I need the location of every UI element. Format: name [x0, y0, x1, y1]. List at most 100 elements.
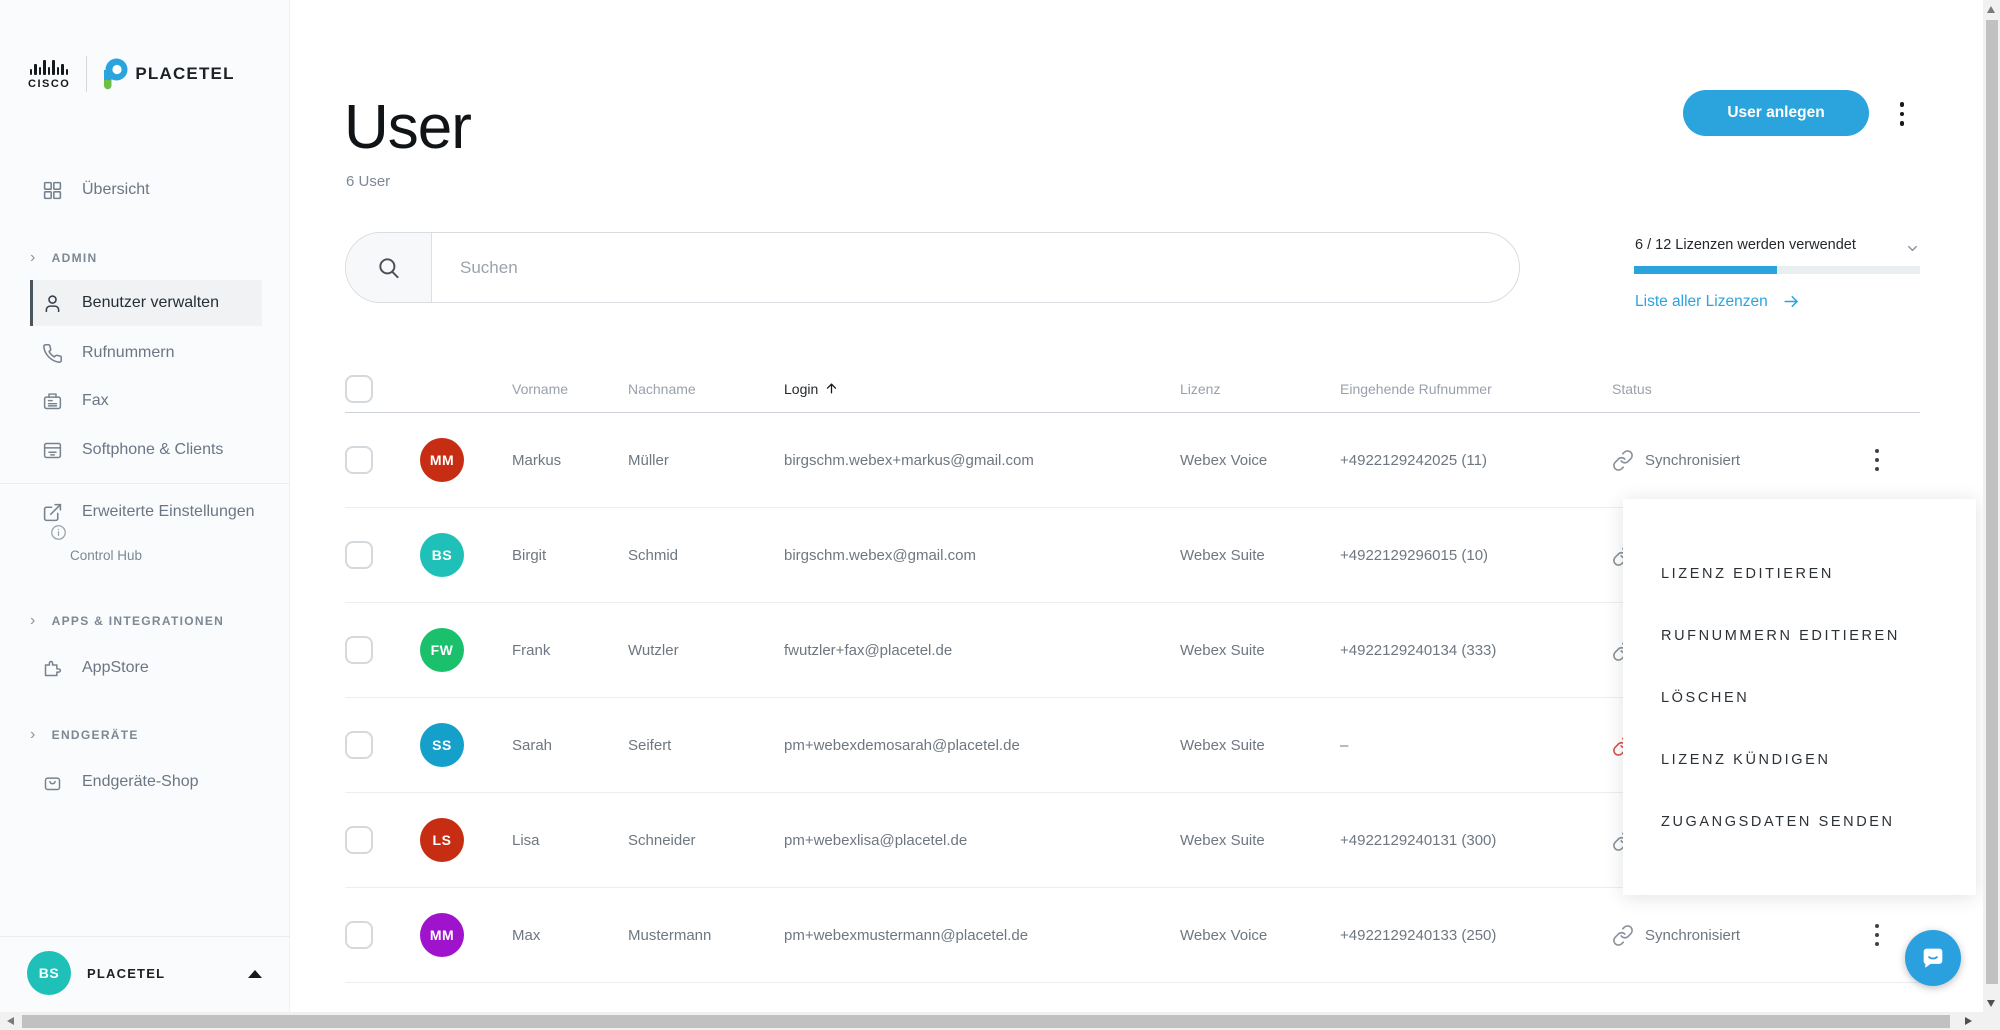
status-badge: Synchronisiert — [1612, 449, 1860, 471]
placetel-logo: PLACETEL — [101, 58, 234, 90]
page-actions-button[interactable] — [1893, 97, 1911, 131]
cell-rufnummer: +4922129240134 (333) — [1340, 642, 1612, 659]
sidebar-divider — [0, 483, 290, 484]
cell-lizenz: Webex Suite — [1180, 642, 1340, 659]
row-checkbox[interactable] — [345, 921, 373, 949]
row-context-menu: LIZENZ EDITIEREN RUFNUMMERN EDITIEREN LÖ… — [1623, 499, 1976, 895]
sidebar-item-softphone-clients[interactable]: Softphone & Clients — [0, 430, 290, 470]
column-header-status[interactable]: Status — [1612, 381, 1860, 397]
scroll-up-arrow-icon[interactable] — [1987, 6, 1995, 13]
license-summary: 6 / 12 Lizenzen werden verwendet — [1635, 237, 1856, 253]
table-header-row: Vorname Nachname Login Lizenz Eingehende… — [345, 365, 1920, 413]
avatar: FW — [420, 628, 464, 672]
grid-icon — [42, 180, 63, 201]
sync-link-icon — [1612, 924, 1634, 946]
avatar: MM — [420, 438, 464, 482]
row-checkbox[interactable] — [345, 446, 373, 474]
cell-vorname: Markus — [512, 452, 628, 469]
row-checkbox[interactable] — [345, 541, 373, 569]
account-name: PLACETEL — [87, 966, 165, 981]
menu-item-loeschen[interactable]: LÖSCHEN — [1623, 667, 1976, 729]
account-switcher[interactable]: BS PLACETEL — [0, 936, 290, 1012]
create-user-button[interactable]: User anlegen — [1683, 90, 1869, 136]
row-actions-button[interactable] — [1868, 445, 1886, 475]
sidebar: CISCO PLACETEL Übersicht › ADMIN — [0, 0, 290, 1012]
column-header-eingehende-rufnummer[interactable]: Eingehende Rufnummer — [1340, 381, 1612, 397]
logo-divider — [86, 56, 87, 92]
chevron-down-icon[interactable] — [1905, 241, 1920, 256]
sidebar-item-erweiterte-einstellungen[interactable]: Erweiterte Einstellungen — [0, 492, 290, 532]
sort-ascending-icon — [824, 381, 839, 396]
sidebar-item-appstore[interactable]: AppStore — [0, 648, 290, 688]
cell-vorname: Frank — [512, 642, 628, 659]
cell-rufnummer: +4922129296015 (10) — [1340, 547, 1612, 564]
cell-nachname: Wutzler — [628, 642, 784, 659]
app-window: CISCO PLACETEL Übersicht › ADMIN — [0, 0, 2000, 1030]
row-checkbox[interactable] — [345, 826, 373, 854]
sidebar-item-endgeraete-shop[interactable]: Endgeräte-Shop — [0, 762, 290, 802]
control-hub-note: Control Hub — [50, 524, 142, 563]
cisco-wordmark: CISCO — [28, 78, 70, 90]
page-title: User — [344, 92, 471, 163]
row-actions-button[interactable] — [1868, 920, 1886, 950]
menu-item-rufnummern-editieren[interactable]: RUFNUMMERN EDITIEREN — [1623, 605, 1976, 667]
sidebar-section-admin[interactable]: › ADMIN — [30, 250, 97, 266]
cell-rufnummer: – — [1340, 737, 1612, 754]
column-header-vorname[interactable]: Vorname — [512, 381, 628, 397]
cell-nachname: Mustermann — [628, 927, 784, 944]
cisco-bars-icon — [30, 59, 69, 75]
sidebar-item-uebersicht[interactable]: Übersicht — [0, 170, 290, 210]
phone-icon — [42, 343, 63, 364]
row-checkbox[interactable] — [345, 731, 373, 759]
search-button[interactable] — [346, 233, 432, 302]
info-icon[interactable] — [50, 524, 67, 541]
cell-login: pm+webexmustermann@placetel.de — [784, 927, 1180, 944]
user-count: 6 User — [346, 173, 390, 190]
avatar: MM — [420, 913, 464, 957]
fax-icon — [42, 391, 63, 412]
sidebar-section-apps-integrationen[interactable]: › APPS & INTEGRATIONEN — [30, 613, 224, 629]
sync-link-icon — [1612, 449, 1634, 471]
cell-lizenz: Webex Voice — [1180, 927, 1340, 944]
horizontal-scrollbar[interactable] — [0, 1012, 2000, 1030]
sidebar-item-benutzer-verwalten[interactable]: Benutzer verwalten — [30, 280, 262, 326]
column-header-nachname[interactable]: Nachname — [628, 381, 784, 397]
vertical-scrollbar-thumb[interactable] — [1986, 20, 1998, 984]
softphone-window-icon — [42, 440, 63, 461]
search-input[interactable] — [432, 233, 1519, 302]
chevron-right-icon: › — [30, 250, 37, 266]
column-header-lizenz[interactable]: Lizenz — [1180, 381, 1340, 397]
cell-vorname: Lisa — [512, 832, 628, 849]
cell-vorname: Birgit — [512, 547, 628, 564]
all-licenses-link[interactable]: Liste aller Lizenzen — [1635, 292, 1801, 311]
row-checkbox[interactable] — [345, 636, 373, 664]
column-header-login[interactable]: Login — [784, 381, 1180, 397]
scroll-left-arrow-icon[interactable] — [7, 1017, 14, 1025]
vertical-scrollbar[interactable] — [1983, 0, 2000, 1012]
scroll-right-arrow-icon[interactable] — [1965, 1017, 1972, 1025]
external-link-icon — [42, 502, 63, 523]
scroll-down-arrow-icon[interactable] — [1987, 1000, 1995, 1007]
table-row: MM Max Mustermann pm+webexmustermann@pla… — [345, 888, 1920, 983]
shopping-bag-icon — [42, 772, 63, 793]
placetel-wordmark: PLACETEL — [135, 64, 234, 84]
select-all-checkbox[interactable] — [345, 375, 373, 403]
sidebar-item-label: Fax — [82, 392, 109, 410]
cell-vorname: Sarah — [512, 737, 628, 754]
menu-item-lizenz-editieren[interactable]: LIZENZ EDITIEREN — [1623, 543, 1976, 605]
chevron-right-icon: › — [30, 727, 37, 743]
sidebar-section-endgeraete[interactable]: › ENDGERÄTE — [30, 727, 139, 743]
menu-item-zugangsdaten-senden[interactable]: ZUGANGSDATEN SENDEN — [1623, 791, 1976, 853]
horizontal-scrollbar-thumb[interactable] — [22, 1015, 1950, 1028]
cell-login: birgschm.webex@gmail.com — [784, 547, 1180, 564]
sidebar-item-rufnummern[interactable]: Rufnummern — [0, 333, 290, 373]
sidebar-item-label: Benutzer verwalten — [82, 294, 219, 312]
sidebar-item-label: Erweiterte Einstellungen — [82, 503, 255, 521]
menu-item-lizenz-kuendigen[interactable]: LIZENZ KÜNDIGEN — [1623, 729, 1976, 791]
status-badge: Synchronisiert — [1612, 924, 1860, 946]
cisco-logo: CISCO — [28, 59, 70, 90]
chat-launcher-button[interactable] — [1905, 930, 1961, 986]
search-bar — [345, 232, 1520, 303]
avatar: SS — [420, 723, 464, 767]
sidebar-item-fax[interactable]: Fax — [0, 381, 290, 421]
